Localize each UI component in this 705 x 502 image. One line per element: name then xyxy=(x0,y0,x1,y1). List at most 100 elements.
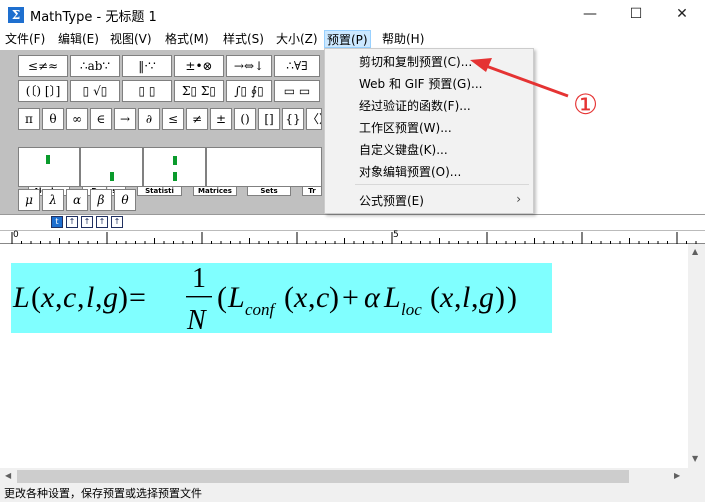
svg-text:,: , xyxy=(308,281,316,314)
svg-text:c: c xyxy=(316,281,329,314)
scroll-up-icon[interactable]: ▲ xyxy=(692,247,698,256)
angle-brackets-template-button[interactable]: 〈〉 xyxy=(306,108,322,130)
menu-item-verified-functions[interactable]: 经过验证的函数(F)... xyxy=(359,97,471,115)
horizontal-scrollbar[interactable]: ◀ ▶ xyxy=(0,468,688,485)
scroll-left-icon[interactable]: ◀ xyxy=(5,471,11,480)
menu-item-object-editing-preferences[interactable]: 对象编辑预置(O)... xyxy=(359,163,461,181)
spaces-palette-button[interactable]: ∴ab∵ xyxy=(70,55,120,77)
plus-minus-symbol-button[interactable]: ± xyxy=(210,108,232,130)
alpha-symbol-button[interactable]: α xyxy=(66,189,88,211)
tab-matrices[interactable]: Matrices xyxy=(193,186,237,196)
vertical-scrollbar[interactable]: ▲ ▼ xyxy=(688,244,705,468)
status-bar: 更改各种设置，保存预置或选择预置文件 xyxy=(0,485,705,502)
menu-help[interactable]: 帮助(H) xyxy=(380,30,426,48)
svg-text:x: x xyxy=(293,281,308,314)
svg-text:(: ( xyxy=(430,281,440,314)
minimize-button[interactable]: — xyxy=(567,0,613,29)
svg-text:): ) xyxy=(329,281,339,314)
size-sub-subscript-button[interactable]: ↑ xyxy=(81,216,93,228)
brackets-template-button[interactable]: [] xyxy=(258,108,280,130)
svg-text:c: c xyxy=(63,281,76,314)
right-arrow-symbol-button[interactable]: → xyxy=(114,108,136,130)
svg-text:,: , xyxy=(95,281,103,314)
equation-formula: L ( x , c , l , g ) = 1 N ( L conf (x ,… xyxy=(12,263,517,336)
fences-palette-button[interactable]: (〔) [〕] xyxy=(18,80,68,102)
bars-palette-button[interactable]: ▭ ▭ xyxy=(274,80,320,102)
menu-format[interactable]: 格式(M) xyxy=(163,30,211,48)
close-button[interactable]: ✕ xyxy=(659,0,705,29)
template-slot[interactable] xyxy=(18,147,80,187)
menu-item-web-gif-preferences[interactable]: Web 和 GIF 预置(G)... xyxy=(359,75,482,93)
svg-text:L: L xyxy=(383,281,401,314)
svg-text:L: L xyxy=(12,281,30,314)
lambda-symbol-button[interactable]: λ xyxy=(42,189,64,211)
svg-text:): ) xyxy=(507,281,517,314)
summation-palette-button[interactable]: Σ▯ Σ▯ xyxy=(174,80,224,102)
title-bar: Σ MathType - 无标题 1 — ☐ ✕ xyxy=(0,0,705,29)
ruler-label: 5 xyxy=(393,230,399,240)
svg-text:conf: conf xyxy=(245,300,277,319)
window-title: MathType - 无标题 1 xyxy=(30,10,157,25)
integrals-palette-button[interactable]: ∫▯ ∮▯ xyxy=(226,80,272,102)
embellishments-palette-button[interactable]: ‖·∵ xyxy=(122,55,172,77)
beta-symbol-button[interactable]: β xyxy=(90,189,112,211)
size-toolbar: t ↑ ↑ ↑ ↑ xyxy=(0,214,705,230)
template-slot[interactable] xyxy=(206,147,322,187)
size-sub-symbol-button[interactable]: ↑ xyxy=(111,216,123,228)
theta-symbol-button[interactable]: θ xyxy=(42,108,64,130)
fractions-radicals-palette-button[interactable]: ▯ √▯ xyxy=(70,80,120,102)
tab-statistics[interactable]: Statisti xyxy=(137,186,182,196)
size-symbol-button[interactable]: ↑ xyxy=(96,216,108,228)
pi-symbol-button[interactable]: π xyxy=(18,108,40,130)
infinity-symbol-button[interactable]: ∞ xyxy=(66,108,88,130)
menu-item-equation-preferences[interactable]: 公式预置(E) xyxy=(359,192,424,210)
tab-trig[interactable]: Tr xyxy=(302,186,322,196)
partial-symbol-button[interactable]: ∂ xyxy=(138,108,160,130)
menu-item-custom-keyboard[interactable]: 自定义键盘(K)... xyxy=(359,141,448,159)
logic-palette-button[interactable]: ∴∀∃ xyxy=(274,55,320,77)
size-subscript-button[interactable]: ↑ xyxy=(66,216,78,228)
menu-item-workspace-preferences[interactable]: 工作区预置(W)... xyxy=(359,119,452,137)
scroll-right-icon[interactable]: ▶ xyxy=(674,471,680,480)
less-equal-symbol-button[interactable]: ≤ xyxy=(162,108,184,130)
relations-palette-button[interactable]: ≤≠≈ xyxy=(18,55,68,77)
selected-equation[interactable]: L ( x , c , l , g ) = 1 N ( L conf (x ,… xyxy=(11,263,552,336)
annotation-marker: ① xyxy=(573,88,599,121)
svg-text:L: L xyxy=(227,281,245,314)
maximize-button[interactable]: ☐ xyxy=(613,0,659,29)
svg-text:): ) xyxy=(118,281,128,314)
operators-palette-button[interactable]: ±•⊗ xyxy=(174,55,224,77)
template-slot[interactable] xyxy=(80,147,143,187)
menu-style[interactable]: 样式(S) xyxy=(221,30,266,48)
mu-symbol-button[interactable]: μ xyxy=(18,189,40,211)
tab-sets[interactable]: Sets xyxy=(247,186,291,196)
ruler-label: 0 xyxy=(13,230,19,240)
svg-text:(: ( xyxy=(31,281,41,314)
menu-view[interactable]: 视图(V) xyxy=(108,30,154,48)
theta-small-symbol-button[interactable]: θ xyxy=(114,189,136,211)
svg-text:N: N xyxy=(186,305,207,333)
svg-text:(: ( xyxy=(217,281,227,314)
svg-text:g: g xyxy=(479,281,494,314)
menu-file[interactable]: 文件(F) xyxy=(3,30,47,48)
scroll-down-icon[interactable]: ▼ xyxy=(692,454,698,463)
svg-text:loc: loc xyxy=(401,300,422,319)
size-full-button[interactable]: t xyxy=(51,216,63,228)
scrollbar-corner xyxy=(688,468,705,485)
ruler-ticks xyxy=(11,232,697,244)
template-slot[interactable] xyxy=(143,147,206,187)
element-of-symbol-button[interactable]: ∈ xyxy=(90,108,112,130)
menu-edit[interactable]: 编辑(E) xyxy=(56,30,101,48)
subscript-superscript-palette-button[interactable]: ▯ ▯ xyxy=(122,80,172,102)
not-equal-symbol-button[interactable]: ≠ xyxy=(186,108,208,130)
equation-editing-area[interactable]: L ( x , c , l , g ) = 1 N ( L conf (x ,… xyxy=(0,244,688,468)
menu-size[interactable]: 大小(Z) xyxy=(274,30,320,48)
menu-preferences[interactable]: 预置(P) xyxy=(324,30,371,48)
svg-text:(: ( xyxy=(284,281,294,314)
svg-text:x: x xyxy=(40,281,55,314)
arrows-palette-button[interactable]: →⇔↓ xyxy=(226,55,272,77)
menu-item-cut-copy-preferences[interactable]: 剪切和复制预置(C)... xyxy=(359,53,472,71)
parentheses-template-button[interactable]: () xyxy=(234,108,256,130)
horizontal-scroll-thumb[interactable] xyxy=(17,470,629,483)
braces-template-button[interactable]: {} xyxy=(282,108,304,130)
